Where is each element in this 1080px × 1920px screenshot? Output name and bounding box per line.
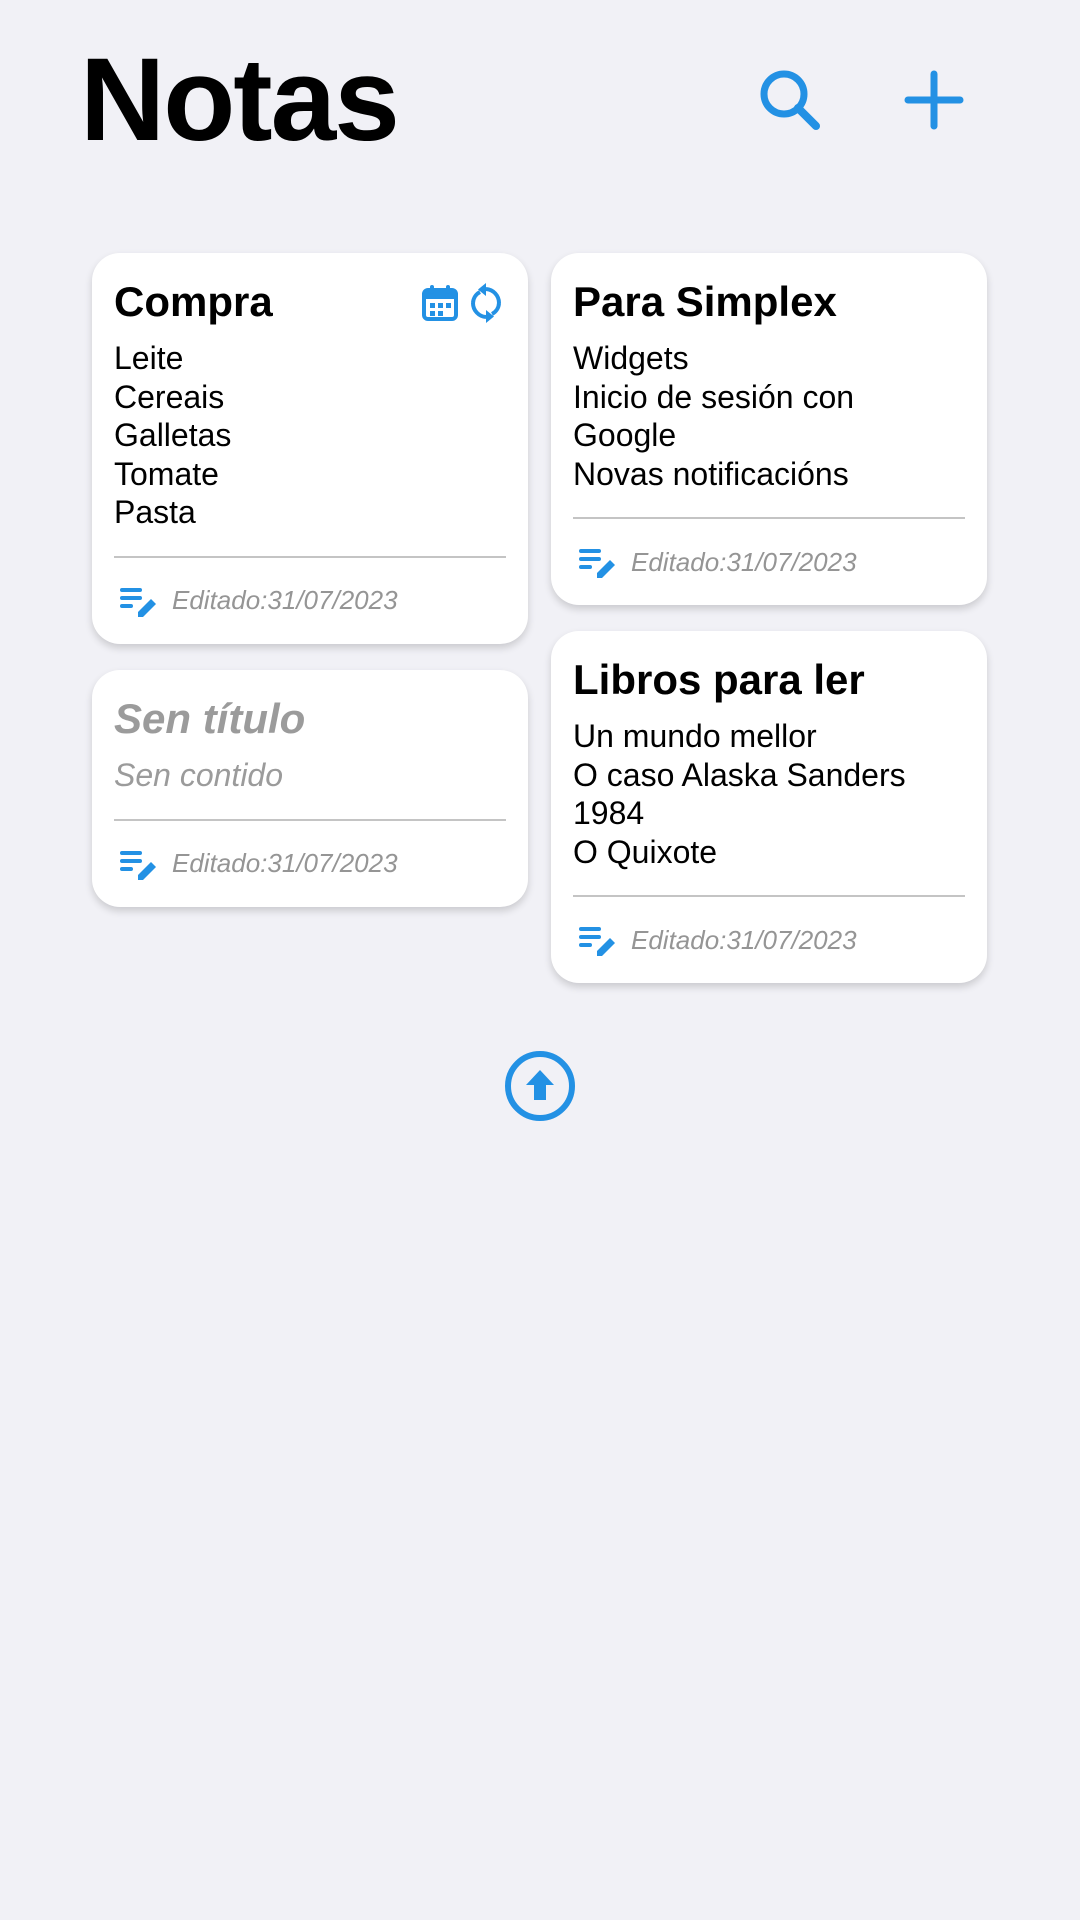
- note-line: Novas notificacións: [573, 455, 849, 492]
- app-header: Notas: [0, 0, 1080, 200]
- note-line: Widgets: [573, 340, 689, 376]
- note-title: Para Simplex: [573, 278, 837, 325]
- calendar-icon: [422, 285, 458, 321]
- note-card-simplex[interactable]: Para Simplex Widgets Inicio de sesión co…: [551, 253, 987, 605]
- note-line: Leite: [114, 340, 184, 376]
- note-content: Leite Cereais Galletas Tomate Pasta: [114, 339, 506, 532]
- note-line: Galletas: [114, 417, 232, 453]
- note-line: Cereais: [114, 378, 225, 415]
- note-card-compra[interactable]: Compra Leite Cereais Galletas Tomate Pas…: [92, 253, 528, 644]
- page-title: Notas: [80, 34, 400, 166]
- note-line: Tomate: [114, 455, 219, 492]
- note-footer: Editado:31/07/2023: [573, 519, 965, 605]
- note-footer: Editado:31/07/2023: [573, 897, 965, 983]
- note-content: Widgets Inicio de sesión con Google Nova…: [573, 339, 965, 493]
- search-icon: [760, 70, 820, 130]
- note-footer: Editado:31/07/2023: [114, 821, 506, 907]
- note-indicators: [420, 283, 506, 323]
- edited-date: Editado:31/07/2023: [172, 585, 398, 615]
- note-line: 1984: [573, 795, 645, 831]
- note-footer: Editado:31/07/2023: [114, 558, 506, 644]
- edit-note-icon: [120, 850, 156, 880]
- edit-note-icon: [579, 549, 615, 578]
- note-line: Un mundo mellor: [573, 718, 817, 754]
- arrow-up-circle-icon: [505, 1051, 575, 1121]
- edited-date: Editado:31/07/2023: [631, 546, 857, 577]
- note-line: O caso Alaska Sanders: [573, 756, 906, 793]
- edited-date: Editado:31/07/2023: [172, 848, 398, 878]
- scroll-top-button[interactable]: [504, 1050, 576, 1122]
- note-line: Pasta: [114, 494, 196, 530]
- plus-icon: [904, 70, 964, 130]
- edit-note-icon: [579, 927, 615, 956]
- note-line: Sen contido: [114, 757, 284, 793]
- sync-icon: [470, 283, 502, 323]
- edited-date: Editado:31/07/2023: [631, 924, 857, 955]
- add-note-button[interactable]: [892, 58, 976, 142]
- note-title: Sen título: [114, 695, 306, 742]
- note-line: O Quixote: [573, 833, 718, 870]
- note-card-libros[interactable]: Libros para ler Un mundo mellor O caso A…: [551, 631, 987, 983]
- note-card-untitled[interactable]: Sen título Sen contido Editado:31/07/202…: [92, 670, 528, 907]
- note-content: Sen contido: [114, 756, 506, 795]
- note-content: Un mundo mellor O caso Alaska Sanders 19…: [573, 717, 965, 871]
- note-line: Inicio de sesión con: [573, 378, 855, 415]
- search-button[interactable]: [748, 58, 832, 142]
- note-line: Google: [573, 417, 677, 453]
- note-title: Libros para ler: [573, 656, 865, 703]
- edit-note-icon: [120, 587, 156, 617]
